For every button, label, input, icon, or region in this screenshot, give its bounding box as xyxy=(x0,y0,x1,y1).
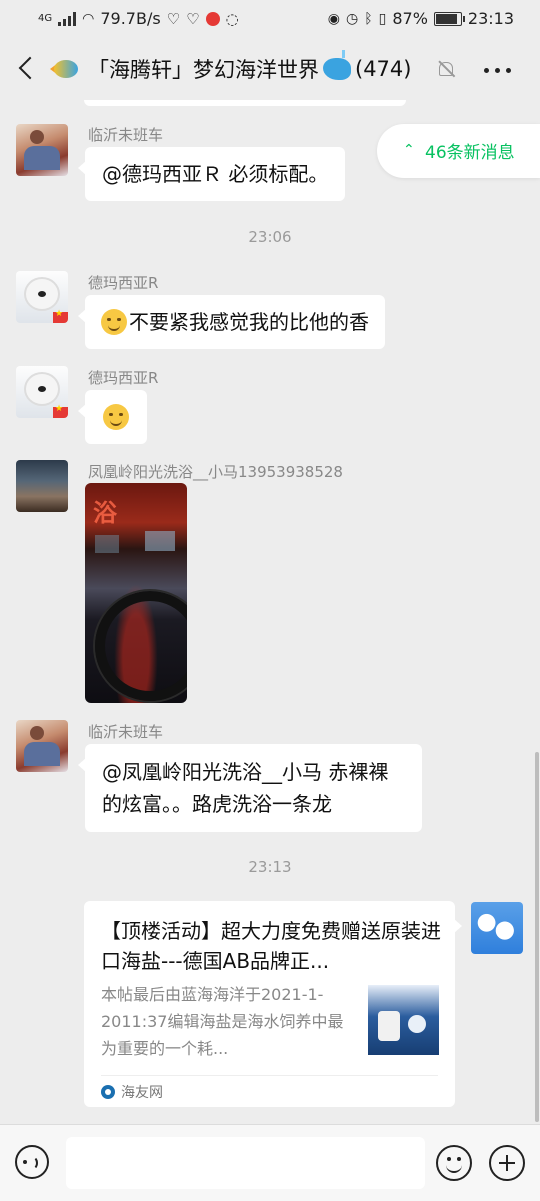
status-left: 4G ◠ 79.7B/s ♡ ♡ ◌ xyxy=(38,9,239,28)
message-input[interactable] xyxy=(66,1137,425,1189)
flag-icon xyxy=(53,404,68,418)
avatar[interactable] xyxy=(16,271,68,323)
flag-icon xyxy=(53,309,68,323)
chat-messages[interactable]: 临沂未班车 @德玛西亚Ｒ 必须标配。 ⌃ 46条新消息 23:06 德玛西亚R … xyxy=(0,100,540,1124)
sender-name: 临沂未班车 xyxy=(88,126,164,144)
shared-link-card[interactable]: 【顶楼活动】超大力度免费赠送原装进口海盐---德国AB品牌正... 本帖最后由蓝… xyxy=(84,901,462,1107)
message-bubble[interactable]: 不要紧我感觉我的比他的香 xyxy=(78,295,385,349)
status-right: ◉ ◷ ᛒ ▯ 87% 23:13 xyxy=(328,9,514,28)
whale-emoji-icon xyxy=(323,50,351,80)
alarm-icon: ◷ xyxy=(345,10,359,27)
network-speed: 79.7B/s xyxy=(100,9,161,28)
chat-header: 「海腾轩」梦幻海洋世界 (474) xyxy=(0,36,540,100)
message-bubble[interactable] xyxy=(78,390,147,444)
timestamp: 23:06 xyxy=(248,228,292,246)
battery-percent: 87% xyxy=(392,9,428,28)
group-name: 「海腾轩」梦幻海洋世界 xyxy=(88,58,319,82)
partial-message-bubble xyxy=(84,100,406,106)
steering-wheel xyxy=(95,591,187,701)
sender-name: 德玛西亚R xyxy=(88,369,159,387)
scrollbar[interactable] xyxy=(535,752,539,1122)
card-title: 【顶楼活动】超大力度免费赠送原装进口海盐---德国AB品牌正... xyxy=(101,919,441,973)
timestamp: 23:13 xyxy=(248,858,292,876)
source-logo-icon xyxy=(101,1085,115,1099)
photo-window xyxy=(95,535,119,553)
loading-icon: ◌ xyxy=(225,9,239,28)
new-messages-label: 46条新消息 xyxy=(425,143,515,163)
my-avatar[interactable] xyxy=(471,902,523,954)
input-bar xyxy=(0,1124,540,1201)
photo-window xyxy=(145,531,175,551)
card-thumbnail xyxy=(368,985,439,1055)
health-icon: ♡ xyxy=(186,9,200,28)
card-divider xyxy=(101,1075,438,1076)
message-bubble[interactable]: @凤凰岭阳光洗浴__小马 赤裸裸 的炫富。。路虎洗浴一条龙 xyxy=(78,744,422,832)
mute-icon xyxy=(436,60,456,78)
voice-input-button[interactable] xyxy=(15,1145,49,1179)
fish-emoji-icon xyxy=(50,57,84,81)
sender-name: 德玛西亚R xyxy=(88,274,159,292)
emoji-button[interactable] xyxy=(436,1145,472,1181)
member-count: (474) xyxy=(355,57,412,81)
back-button[interactable] xyxy=(14,50,42,86)
grin-emoji-icon xyxy=(103,404,129,430)
avatar[interactable] xyxy=(16,460,68,512)
signal-icon xyxy=(58,11,77,26)
new-messages-button[interactable]: ⌃ 46条新消息 xyxy=(377,124,540,178)
bluetooth-icon: ᛒ xyxy=(364,10,373,27)
heart-icon: ♡ xyxy=(166,9,181,28)
avatar[interactable] xyxy=(16,720,68,772)
eye-icon: ◉ xyxy=(327,10,340,27)
avatar[interactable] xyxy=(16,124,68,176)
card-source: 海友网 xyxy=(101,1082,163,1102)
sender-name: 凤凰岭阳光洗浴__小马13953938528 xyxy=(88,463,343,481)
app-notification-icon xyxy=(205,11,220,26)
status-bar: 4G ◠ 79.7B/s ♡ ♡ ◌ ◉ ◷ ᛒ ▯ 87% 23:13 xyxy=(0,0,540,36)
message-text: 不要紧我感觉我的比他的香 xyxy=(129,310,369,334)
avatar[interactable] xyxy=(16,366,68,418)
double-chevron-up-icon: ⌃ xyxy=(403,142,415,158)
message-text-line: @凤凰岭阳光洗浴__小马 赤裸裸 xyxy=(102,760,389,784)
clock: 23:13 xyxy=(467,9,514,28)
card-source-name: 海友网 xyxy=(121,1085,163,1101)
message-text: @德玛西亚Ｒ 必须标配。 xyxy=(102,162,329,186)
card-description: 本帖最后由蓝海海洋于2021-1-2011:37编辑海盐是海水饲养中最为重要的一… xyxy=(101,985,344,1058)
network-type: 4G xyxy=(38,13,53,24)
more-actions-button[interactable] xyxy=(489,1145,525,1181)
photo-sign-text: 浴 xyxy=(93,499,119,527)
sender-name: 临沂未班车 xyxy=(88,723,164,741)
wifi-icon: ◠ xyxy=(82,10,95,27)
image-message[interactable]: 浴 xyxy=(85,483,187,703)
message-text-line: 的炫富。。路虎洗浴一条龙 xyxy=(102,792,332,816)
message-bubble[interactable]: @德玛西亚Ｒ 必须标配。 xyxy=(77,147,346,201)
emoji-icon xyxy=(101,309,127,335)
battery-icon xyxy=(433,11,465,26)
vibrate-icon: ▯ xyxy=(378,10,387,27)
more-options-icon[interactable] xyxy=(484,58,520,82)
chat-title[interactable]: 「海腾轩」梦幻海洋世界 (474) xyxy=(50,50,412,84)
